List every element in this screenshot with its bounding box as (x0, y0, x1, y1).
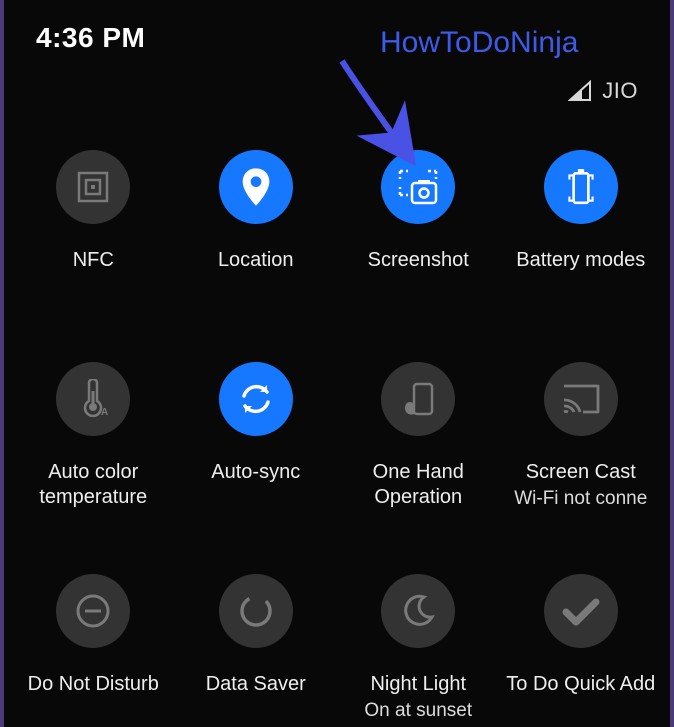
tile-night-light[interactable]: Night Light On at sunset (337, 574, 500, 727)
tile-one-hand-operation[interactable]: One Hand Operation (337, 362, 500, 532)
tile-sublabel: On at sunset (364, 699, 472, 723)
location-icon (219, 150, 293, 224)
tile-todo-quick-add[interactable]: To Do Quick Add (500, 574, 663, 727)
status-right-cluster: JIO (568, 78, 638, 104)
data-saver-icon (219, 574, 293, 648)
tile-label: Location (216, 248, 296, 273)
moon-icon (381, 574, 455, 648)
tile-battery-modes[interactable]: Battery modes (500, 150, 663, 320)
tile-label: Battery modes (514, 248, 647, 273)
signal-icon (568, 80, 592, 102)
tile-label: Do Not Disturb (26, 672, 161, 697)
check-icon (544, 574, 618, 648)
tile-data-saver[interactable]: Data Saver (175, 574, 338, 727)
tile-label: One Hand Operation (338, 460, 498, 510)
tile-screenshot[interactable]: Screenshot (337, 150, 500, 320)
status-bar: 4:36 PM (12, 0, 662, 60)
tile-label: NFC (71, 248, 116, 273)
dnd-icon (56, 574, 130, 648)
tile-location[interactable]: Location (175, 150, 338, 320)
tile-label: Night Light (368, 672, 468, 697)
battery-icon (544, 150, 618, 224)
one-hand-icon (381, 362, 455, 436)
tile-label: Data Saver (204, 672, 308, 697)
cast-icon (544, 362, 618, 436)
tile-screen-cast[interactable]: Screen Cast Wi-Fi not conne (500, 362, 663, 532)
thermometer-icon: A (56, 362, 130, 436)
status-time: 4:36 PM (36, 22, 145, 54)
nfc-icon (56, 150, 130, 224)
screenshot-icon (381, 150, 455, 224)
svg-text:A: A (101, 407, 108, 418)
tile-label: Screen Cast (524, 460, 638, 485)
tile-label: Screenshot (366, 248, 471, 273)
tile-label: Auto-sync (209, 460, 302, 485)
carrier-label: JIO (602, 78, 638, 104)
tile-auto-color-temperature[interactable]: A Auto color temperature (12, 362, 175, 532)
tile-label: Auto color temperature (13, 460, 173, 510)
tile-sublabel: Wi-Fi not conne (514, 487, 647, 511)
quick-settings-grid: NFC Location Screenshot Batter (12, 114, 662, 727)
tile-label: To Do Quick Add (504, 672, 657, 697)
sync-icon (219, 362, 293, 436)
tile-nfc[interactable]: NFC (12, 150, 175, 320)
tile-auto-sync[interactable]: Auto-sync (175, 362, 338, 532)
tile-do-not-disturb[interactable]: Do Not Disturb (12, 574, 175, 727)
